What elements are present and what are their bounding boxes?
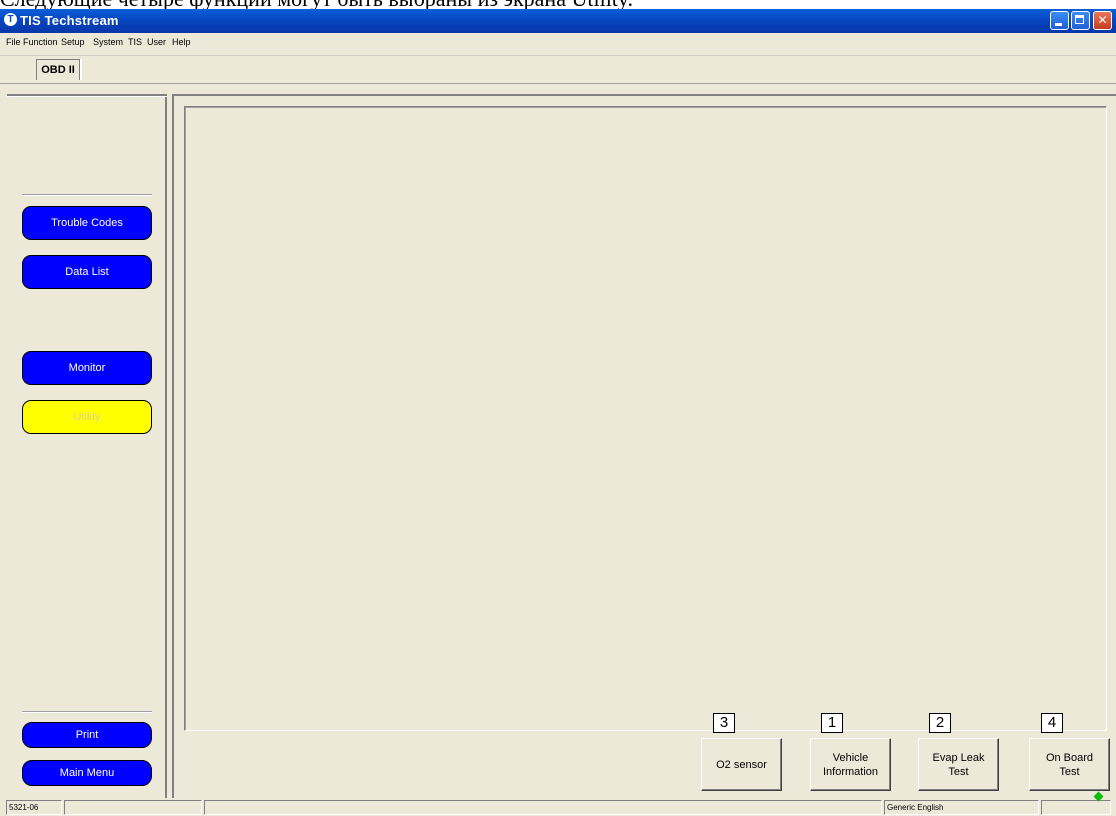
window-title: TIS Techstream [20,13,119,28]
monitor-button[interactable]: Monitor [22,351,152,385]
callout-number: 3 [713,713,735,733]
techstream-window: T TIS Techstream ✕ File Function Setup S… [0,9,1116,816]
maximize-button[interactable] [1071,11,1090,30]
tab-strip: OBD II [0,56,1116,84]
app-logo-icon: T [4,13,17,26]
status-code: 5321-06 [6,800,62,815]
menu-setup[interactable]: Setup [61,37,85,47]
menu-function[interactable]: Function [23,37,58,47]
status-bar: 5321-06 Generic English [0,798,1116,816]
close-icon: ✕ [1097,13,1108,27]
sidebar: Trouble Codes Data List Monitor Utility … [7,94,167,799]
on-board-test-button[interactable]: On Board Test [1029,738,1110,791]
data-list-button[interactable]: Data List [22,255,152,289]
utility-display-panel [184,106,1107,731]
menu-user[interactable]: User [147,37,166,47]
vehicle-information-button[interactable]: Vehicle Information [810,738,891,791]
callout-number: 2 [929,713,951,733]
minimize-icon [1055,23,1062,26]
menu-bar: File Function Setup System TIS User Help [0,33,1116,56]
status-cell-empty [64,800,202,815]
sidebar-top-border [7,94,167,97]
main-menu-button[interactable]: Main Menu [22,760,152,786]
utility-button[interactable]: Utility [22,400,152,434]
tab-divider [80,59,82,80]
menu-file[interactable]: File [6,37,21,47]
callout-number: 4 [1041,713,1063,733]
status-indicator-cell [1041,800,1111,815]
sidebar-separator [22,194,152,196]
evap-leak-test-button[interactable]: Evap Leak Test [918,738,999,791]
callout-number: 1 [821,713,843,733]
trouble-codes-button[interactable]: Trouble Codes [22,206,152,240]
tab-obd2[interactable]: OBD II [36,59,80,80]
status-language: Generic English [884,800,1039,815]
sidebar-separator [22,711,152,713]
print-button[interactable]: Print [22,722,152,748]
title-bar[interactable]: T TIS Techstream ✕ [0,9,1116,33]
close-button[interactable]: ✕ [1093,11,1112,30]
menu-system[interactable]: System [93,37,123,47]
menu-help[interactable]: Help [172,37,191,47]
o2-sensor-button[interactable]: O2 sensor [701,738,782,791]
maximize-icon [1075,15,1084,24]
status-cell-empty [204,800,882,815]
menu-tis[interactable]: TIS [128,37,142,47]
minimize-button[interactable] [1050,11,1069,30]
